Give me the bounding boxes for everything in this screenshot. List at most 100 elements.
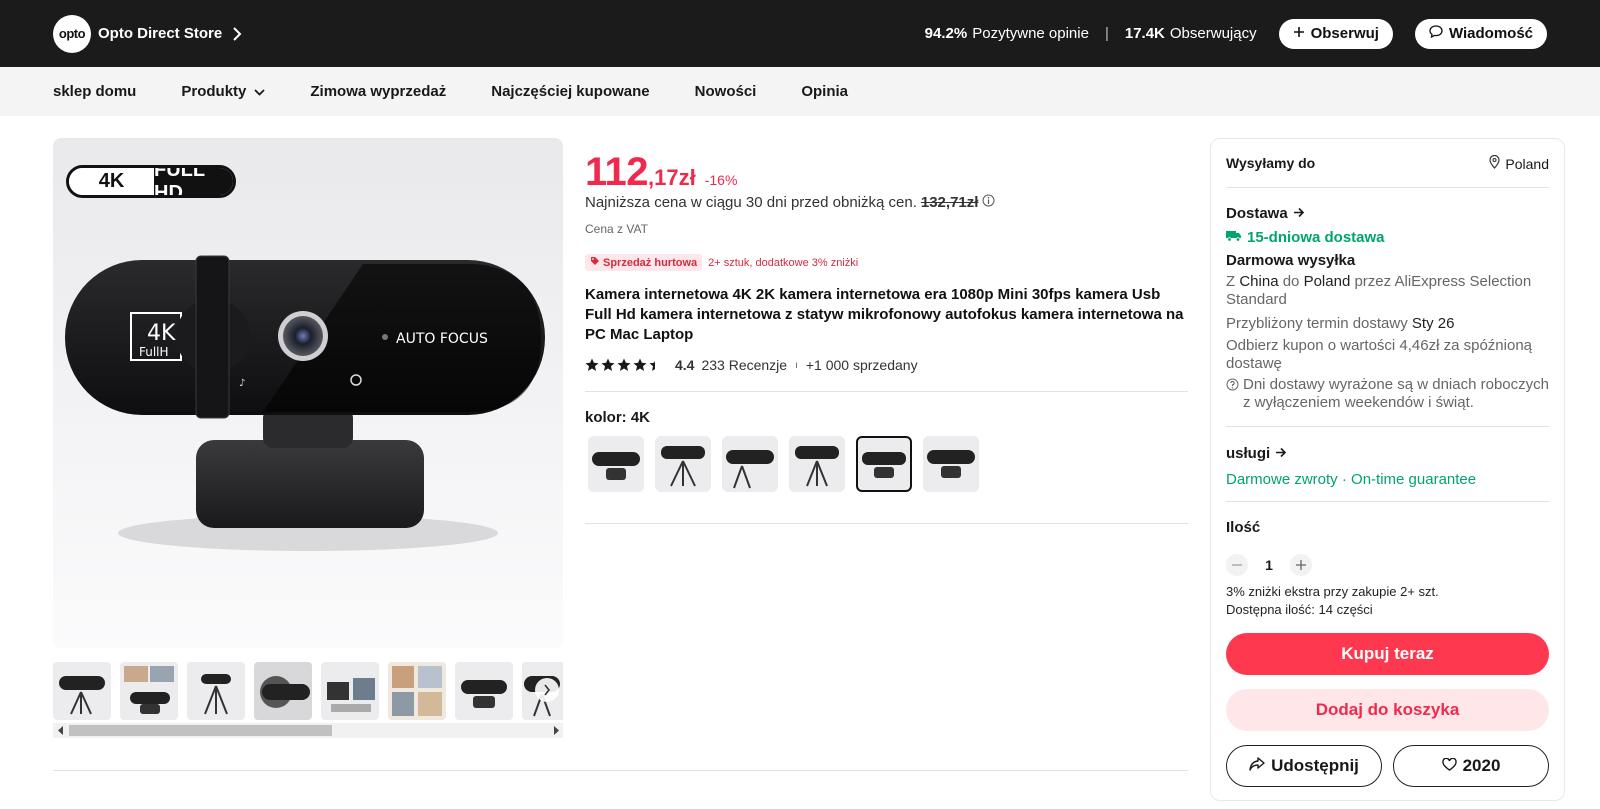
quantity-value[interactable]: 1 <box>1263 557 1275 573</box>
store-name[interactable]: Opto Direct Store <box>98 25 222 42</box>
truck-icon <box>1226 229 1242 246</box>
thumbnail-scrollbar[interactable] <box>53 723 563 738</box>
thumbnail[interactable] <box>187 662 245 720</box>
color-swatch[interactable] <box>923 436 979 492</box>
plus-icon <box>1293 25 1305 42</box>
discount-badge: -16% <box>704 172 738 188</box>
delivery-days: 15-dniowa dostawa <box>1247 229 1385 246</box>
thumbnail-strip <box>53 662 563 722</box>
delivery-days-note: Dni dostawy wyrażone są w dniach roboczy… <box>1226 376 1549 412</box>
route-to: Poland <box>1303 273 1351 290</box>
extra-discount: 3% zniżki ekstra przy zakupie 2+ szt. <box>1226 584 1439 599</box>
thumbnail[interactable] <box>388 662 446 720</box>
positive-feedback-label: Pozytywne opinie <box>972 25 1089 42</box>
star-half-icon <box>649 360 655 371</box>
info-icon[interactable] <box>982 194 995 211</box>
nav-products[interactable]: Produkty <box>181 83 266 100</box>
store-header: opto Opto Direct Store 94.2% Pozytywne o… <box>0 0 1600 67</box>
star-icon <box>633 358 647 371</box>
ship-to-country: Poland <box>1505 155 1549 172</box>
share-button[interactable]: Udostępnij <box>1226 745 1382 787</box>
star-rating <box>585 358 663 372</box>
color-label: kolor: 4K <box>585 409 651 426</box>
services-header[interactable]: usługi <box>1226 445 1549 462</box>
product-title: Kamera internetowa 4K 2K kamera internet… <box>585 286 1184 343</box>
wishlist-button[interactable]: 2020 <box>1393 745 1549 787</box>
thumbnail[interactable] <box>120 662 178 720</box>
chevron-down-icon <box>254 83 266 100</box>
services-title: usługi <box>1226 445 1271 462</box>
rating-score: 4.4 <box>675 357 695 373</box>
webcam-illustration: 4K FullH AUTO FOCUS ♪ <box>65 255 545 551</box>
scrollbar-thumb[interactable] <box>69 725 332 736</box>
divider <box>1226 501 1549 502</box>
nav-products-label: Produkty <box>181 83 247 100</box>
decrease-button[interactable] <box>1226 554 1248 576</box>
color-swatch-selected[interactable] <box>856 436 912 492</box>
thumbnail[interactable] <box>455 662 513 720</box>
on-time-guarantee[interactable]: On-time guarantee <box>1351 471 1476 488</box>
svg-text:4K: 4K <box>147 321 176 346</box>
arrow-right-icon <box>1275 445 1287 462</box>
available-quantity: Dostępna ilość: 14 części <box>1226 602 1373 617</box>
quantity-stepper: 1 <box>1226 554 1549 576</box>
late-delivery-coupon: Odbierz kupon o wartości 4,46zł za spóźn… <box>1226 337 1533 372</box>
share-label: Udostępnij <box>1271 756 1359 775</box>
main-product-image[interactable]: 4K FULL HD 4K FullH AUTO FOCUS ♪ <box>53 138 563 648</box>
followers-value: 17.4K <box>1124 25 1165 42</box>
star-icon <box>585 358 599 371</box>
lowest-price-note: Najniższa cena w ciągu 30 dni przed obni… <box>585 194 995 211</box>
svg-text:FullH: FullH <box>139 345 169 359</box>
wholesale-text: 2+ sztuk, dodatkowe 3% zniżki <box>708 256 859 269</box>
store-logo[interactable]: opto <box>53 14 91 53</box>
sold-count: +1 000 sprzedany <box>805 357 918 373</box>
follow-button[interactable]: Obserwuj <box>1278 18 1393 49</box>
follow-label: Obserwuj <box>1310 25 1379 42</box>
thumbnail-next-button[interactable] <box>535 678 559 702</box>
increase-button[interactable] <box>1290 554 1312 576</box>
chevron-right-icon[interactable] <box>232 26 246 41</box>
followers-label: Obserwujący <box>1169 25 1257 42</box>
reviews-link[interactable]: 233 Recenzje <box>701 357 787 373</box>
divider <box>1226 187 1549 188</box>
color-swatch[interactable] <box>789 436 845 492</box>
message-button[interactable]: Wiadomość <box>1414 18 1547 49</box>
color-swatch[interactable] <box>655 436 711 492</box>
tag-icon <box>590 256 600 269</box>
heart-icon <box>1441 756 1457 776</box>
scroll-right-icon[interactable] <box>548 723 563 738</box>
delivery-days-row: 15-dniowa dostawa <box>1226 229 1549 246</box>
nav-new[interactable]: Nowości <box>695 83 757 100</box>
nav-winter-sale[interactable]: Zimowa wyprzedaż <box>310 83 446 100</box>
route-from: China <box>1239 273 1279 290</box>
delivery-header[interactable]: Dostawa <box>1226 205 1549 222</box>
free-shipping: Darmowa wysyłka <box>1226 252 1356 269</box>
arrow-right-icon <box>1293 205 1305 222</box>
positive-feedback-value: 94.2% <box>924 25 968 42</box>
price: 112 ,17zł -16% <box>585 150 737 195</box>
ship-to-row[interactable]: Wysyłamy do Poland <box>1226 154 1549 172</box>
services-list: Darmowe zwroty · On-time guarantee <box>1226 471 1477 488</box>
buy-box-panel: Wysyłamy do Poland Dostawa 15-dniowa dos… <box>1210 138 1565 801</box>
add-to-cart-button[interactable]: Dodaj do koszyka <box>1226 689 1549 731</box>
lowest-price-text: Najniższa cena w ciągu 30 dni przed obni… <box>585 194 917 211</box>
color-swatch[interactable] <box>588 436 644 492</box>
svg-text:♪: ♪ <box>239 378 245 389</box>
ship-to-label: Wysyłamy do <box>1226 155 1316 171</box>
eta-date: Sty 26 <box>1411 315 1455 332</box>
delivery-eta: Przybliżony termin dostawy Sty 26 <box>1226 315 1455 332</box>
color-swatch[interactable] <box>722 436 778 492</box>
nav-best-sellers[interactable]: Najczęściej kupowane <box>491 83 649 100</box>
divider <box>1226 426 1549 427</box>
buy-now-button[interactable]: Kupuj teraz <box>1226 633 1549 675</box>
thumbnail[interactable] <box>321 662 379 720</box>
delivery-title: Dostawa <box>1226 205 1288 222</box>
scroll-left-icon[interactable] <box>53 723 68 738</box>
free-returns[interactable]: Darmowe zwroty <box>1226 471 1338 488</box>
divider <box>585 391 1188 392</box>
thumbnail[interactable] <box>53 662 111 720</box>
nav-home[interactable]: sklep domu <box>53 83 136 100</box>
vat-note: Cena z VAT <box>585 222 648 236</box>
nav-reviews[interactable]: Opinia <box>801 83 848 100</box>
thumbnail[interactable] <box>254 662 312 720</box>
